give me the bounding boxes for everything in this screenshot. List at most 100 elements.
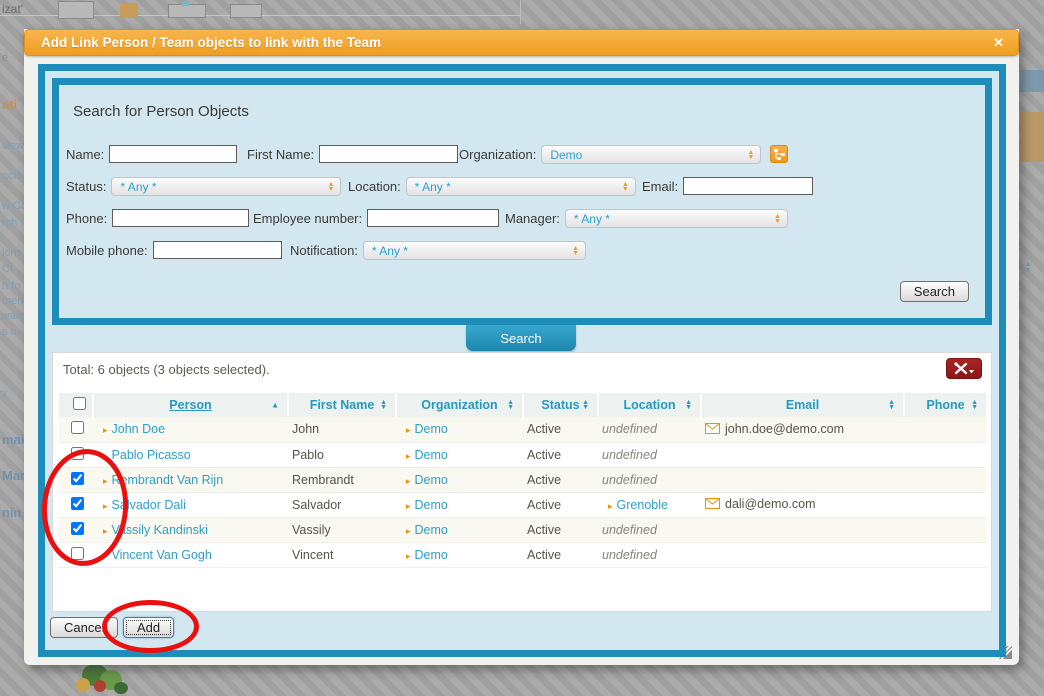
add-button[interactable]: Add	[123, 617, 174, 638]
background-sort-icon: ▲▼	[1022, 262, 1034, 274]
organization-hierarchy-button[interactable]	[770, 145, 788, 163]
organization-link[interactable]: Demo	[415, 523, 448, 537]
link-bullet-icon: ▸	[103, 501, 108, 511]
row-checkbox[interactable]	[71, 472, 84, 485]
column-header-person[interactable]: Person▲	[93, 393, 288, 417]
select-all-header[interactable]	[59, 393, 93, 417]
location-select[interactable]: * Any * ▲▼	[406, 177, 636, 196]
location-link[interactable]: Grenoble	[617, 498, 668, 512]
sort-indicator-icon: ▲▼	[507, 400, 514, 410]
phone-cell	[904, 417, 987, 442]
location-undefined: undefined	[602, 448, 657, 462]
organization-link[interactable]: Demo	[415, 473, 448, 487]
background-fragment: ions	[2, 247, 22, 259]
organization-link[interactable]: Demo	[415, 548, 448, 562]
actions-menu-button[interactable]	[946, 358, 982, 379]
row-checkbox[interactable]	[71, 421, 84, 434]
location-cell: undefined	[598, 467, 701, 492]
background-fragment: h fo	[2, 280, 20, 292]
status-select[interactable]: * Any * ▲▼	[111, 177, 341, 196]
select-all-checkbox[interactable]	[73, 397, 86, 410]
first-name-label: First Name:	[247, 147, 314, 162]
background-fragment	[58, 1, 94, 19]
background-fragment	[182, 1, 189, 6]
notification-label: Notification:	[290, 243, 358, 258]
background-fragment: view	[2, 140, 24, 152]
name-input[interactable]	[109, 145, 237, 163]
column-header-organization[interactable]: Organization ▲▼	[396, 393, 523, 417]
link-bullet-icon: ▸	[103, 526, 108, 536]
background-fragment: men	[2, 295, 23, 307]
status-cell: Active	[523, 417, 598, 442]
search-button[interactable]: Search	[900, 281, 969, 302]
background-fragment	[1020, 70, 1044, 92]
search-tab[interactable]: Search	[466, 325, 576, 351]
manager-select[interactable]: * Any * ▲▼	[565, 209, 788, 228]
row-checkbox[interactable]	[71, 497, 84, 510]
search-form-panel: Search for Person Objects Name: First Na…	[52, 78, 992, 325]
row-checkbox[interactable]	[71, 547, 84, 560]
results-table: Person▲First Name▲▼ Organization ▲▼ Status▲…	[59, 393, 988, 568]
person-link[interactable]: John Doe	[112, 422, 166, 436]
mobile-phone-input[interactable]	[153, 241, 282, 259]
link-bullet-icon: ▸	[103, 451, 108, 461]
organization-link[interactable]: Demo	[415, 422, 448, 436]
dialog-content-frame: Search for Person Objects Name: First Na…	[38, 64, 1006, 657]
person-link[interactable]: Vassily Kandinski	[112, 523, 208, 537]
table-row: ▸Vassily Kandinski Vassily ▸Demo Active …	[59, 517, 987, 542]
row-checkbox[interactable]	[71, 447, 84, 460]
status-cell: Active	[523, 542, 598, 567]
link-bullet-icon: ▸	[406, 501, 411, 511]
employee-number-label: Employee number:	[253, 211, 362, 226]
phone-cell	[904, 442, 987, 467]
email-input[interactable]	[683, 177, 813, 195]
column-label: Organization	[421, 398, 497, 412]
select-arrows-icon: ▲▼	[774, 214, 781, 224]
link-bullet-icon: ▸	[103, 551, 108, 561]
person-link[interactable]: Salvador Dali	[112, 498, 186, 512]
link-bullet-icon: ▸	[103, 425, 108, 435]
first-name-cell: Pablo	[288, 442, 396, 467]
column-header-status[interactable]: Status▲▼	[523, 393, 598, 417]
location-undefined: undefined	[602, 473, 657, 487]
column-header-first-name[interactable]: First Name▲▼	[288, 393, 396, 417]
organization-select[interactable]: Demo ▲▼	[541, 145, 761, 164]
organization-link[interactable]: Demo	[415, 448, 448, 462]
location-undefined: undefined	[602, 523, 657, 537]
phone-cell	[904, 542, 987, 567]
sort-indicator-icon: ▲▼	[888, 400, 895, 410]
notification-select[interactable]: * Any * ▲▼	[363, 241, 586, 260]
column-header-location[interactable]: Location ▲▼	[598, 393, 701, 417]
column-label: Location	[623, 398, 675, 412]
row-checkbox[interactable]	[71, 522, 84, 535]
background-fragment: e	[2, 52, 8, 64]
sort-indicator-icon: ▲▼	[685, 400, 692, 410]
phone-cell	[904, 517, 987, 542]
phone-input[interactable]	[112, 209, 249, 227]
column-header-email[interactable]: Email▲▼	[701, 393, 904, 417]
select-arrows-icon: ▲▼	[328, 182, 335, 192]
sort-indicator-icon: ▲	[271, 403, 279, 408]
column-header-phone[interactable]: Phone▲▼	[904, 393, 987, 417]
background-fragment: s o	[2, 326, 17, 338]
cancel-button[interactable]: Cancel	[50, 617, 118, 638]
results-summary: Total: 6 objects (3 objects selected).	[63, 362, 270, 377]
email-cell: dali@demo.com	[701, 492, 904, 517]
organization-label: Organization:	[459, 147, 536, 162]
link-bullet-icon: ▸	[406, 476, 411, 486]
background-fragment: rch	[2, 217, 17, 229]
background-fragment	[120, 3, 138, 18]
dialog-titlebar[interactable]: Add Link Person / Team objects to link w…	[24, 29, 1019, 56]
link-bullet-icon: ▸	[406, 526, 411, 536]
dialog-title: Add Link Person / Team objects to link w…	[41, 35, 991, 50]
first-name-cell: John	[288, 417, 396, 442]
email-cell: john.doe@demo.com	[701, 417, 904, 442]
employee-number-input[interactable]	[367, 209, 499, 227]
person-link[interactable]: Rembrandt Van Rijn	[112, 473, 224, 487]
person-link[interactable]: Vincent Van Gogh	[112, 548, 212, 562]
organization-link[interactable]: Demo	[415, 498, 448, 512]
table-row: ▸Vincent Van Gogh Vincent ▸Demo Active u…	[59, 542, 987, 567]
first-name-input[interactable]	[319, 145, 458, 163]
person-link[interactable]: Pablo Picasso	[112, 448, 191, 462]
close-icon[interactable]: ✕	[991, 35, 1006, 51]
